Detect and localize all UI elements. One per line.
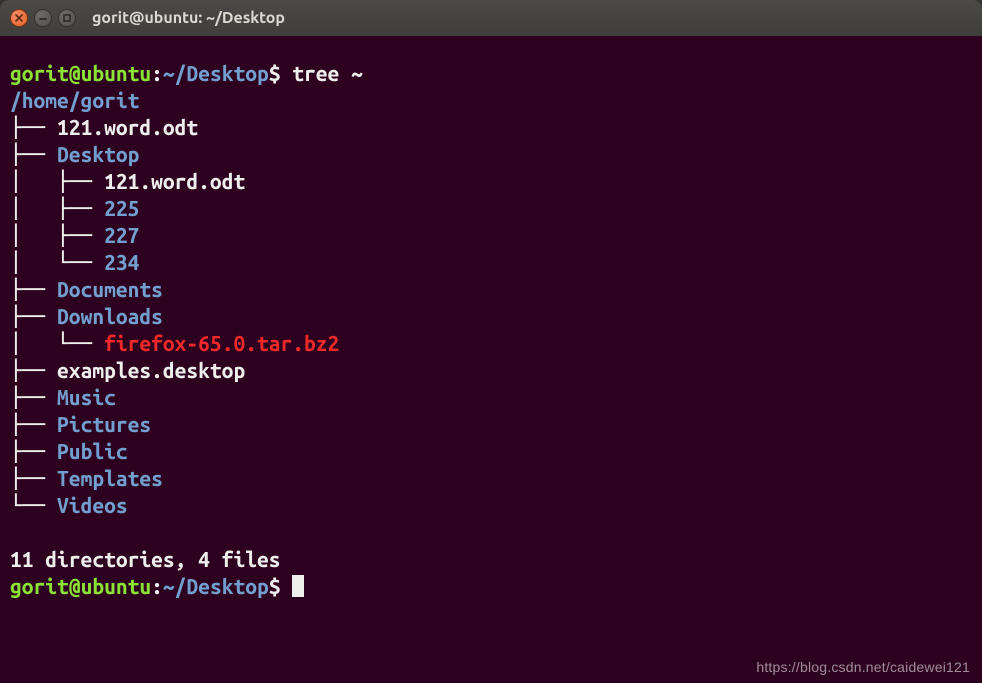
- tree-entry-dir: Videos: [57, 493, 128, 517]
- tree-entry-dir: Music: [57, 385, 116, 409]
- tree-entry-dir: Documents: [57, 277, 163, 301]
- titlebar: gorit@ubuntu: ~/Desktop: [0, 0, 982, 37]
- tree-entry-dir: Pictures: [57, 412, 151, 436]
- prompt-line: gorit@ubuntu:~/Desktop$: [10, 573, 972, 600]
- tree-line: │ ├── 225: [10, 195, 972, 222]
- tree-branch: ├──: [10, 142, 57, 166]
- tree-summary-text: 11 directories, 4 files: [10, 547, 280, 571]
- tree-entry-dir: Downloads: [57, 304, 163, 328]
- tree-line: │ └── firefox-65.0.tar.bz2: [10, 330, 972, 357]
- tree-line: ├── Music: [10, 384, 972, 411]
- prompt-colon: :: [151, 61, 163, 85]
- tree-line: ├── Desktop: [10, 141, 972, 168]
- terminal-window: gorit@ubuntu: ~/Desktop gorit@ubuntu:~/D…: [0, 0, 982, 683]
- prompt-path: ~/Desktop: [163, 61, 269, 85]
- tree-root: /home/gorit: [10, 87, 972, 114]
- tree-branch: ├──: [10, 358, 57, 382]
- tree-branch: ├──: [10, 277, 57, 301]
- tree-entry-file: 121.word.odt: [104, 169, 245, 193]
- tree-branch: ├──: [10, 385, 57, 409]
- command-text: tree ~: [292, 61, 363, 85]
- cursor: [292, 575, 304, 597]
- prompt-sigil: $: [269, 61, 281, 85]
- tree-branch: ├──: [10, 412, 57, 436]
- prompt-path: ~/Desktop: [163, 574, 269, 598]
- tree-branch: ├──: [10, 439, 57, 463]
- tree-branch: │ ├──: [10, 169, 104, 193]
- prompt-sigil: $: [269, 574, 281, 598]
- prompt-at: @: [69, 574, 81, 598]
- tree-entry-archive: firefox-65.0.tar.bz2: [104, 331, 339, 355]
- prompt-user: gorit: [10, 61, 69, 85]
- tree-line: ├── 121.word.odt: [10, 114, 972, 141]
- tree-root-path: /home/gorit: [10, 88, 139, 112]
- tree-line: └── Videos: [10, 492, 972, 519]
- tree-entry-dir: Public: [57, 439, 128, 463]
- tree-line: ├── Downloads: [10, 303, 972, 330]
- tree-entry-dir: Templates: [57, 466, 163, 490]
- tree-line: ├── Pictures: [10, 411, 972, 438]
- tree-branch: └──: [10, 493, 57, 517]
- tree-line: ├── Documents: [10, 276, 972, 303]
- tree-line: ├── Public: [10, 438, 972, 465]
- tree-entry-file: examples.desktop: [57, 358, 245, 382]
- tree-entry-file: 121.word.odt: [57, 115, 198, 139]
- tree-branch: ├──: [10, 466, 57, 490]
- tree-branch: │ ├──: [10, 223, 104, 247]
- prompt-colon: :: [151, 574, 163, 598]
- tree-branch: ├──: [10, 115, 57, 139]
- prompt-at: @: [69, 61, 81, 85]
- tree-line: ├── Templates: [10, 465, 972, 492]
- tree-branch: │ └──: [10, 250, 104, 274]
- tree-branch: │ └──: [10, 331, 104, 355]
- tree-entry-dir: Desktop: [57, 142, 139, 166]
- prompt-user: gorit: [10, 574, 69, 598]
- tree-summary: 11 directories, 4 files: [10, 546, 972, 573]
- window-title: gorit@ubuntu: ~/Desktop: [92, 9, 285, 27]
- prompt-host: ubuntu: [81, 574, 152, 598]
- blank-line: [10, 519, 972, 546]
- tree-entry-dir: 234: [104, 250, 139, 274]
- tree-branch: │ ├──: [10, 196, 104, 220]
- tree-line: │ ├── 121.word.odt: [10, 168, 972, 195]
- tree-line: ├── examples.desktop: [10, 357, 972, 384]
- prompt-host: ubuntu: [81, 61, 152, 85]
- tree-line: │ └── 234: [10, 249, 972, 276]
- minimize-icon[interactable]: [34, 9, 52, 27]
- tree-line: │ ├── 227: [10, 222, 972, 249]
- prompt-line: gorit@ubuntu:~/Desktop$ tree ~: [10, 60, 972, 87]
- tree-entry-dir: 227: [104, 223, 139, 247]
- maximize-icon[interactable]: [58, 9, 76, 27]
- close-icon[interactable]: [10, 9, 28, 27]
- tree-branch: ├──: [10, 304, 57, 328]
- terminal-body[interactable]: gorit@ubuntu:~/Desktop$ tree ~/home/gori…: [0, 36, 982, 683]
- tree-entry-dir: 225: [104, 196, 139, 220]
